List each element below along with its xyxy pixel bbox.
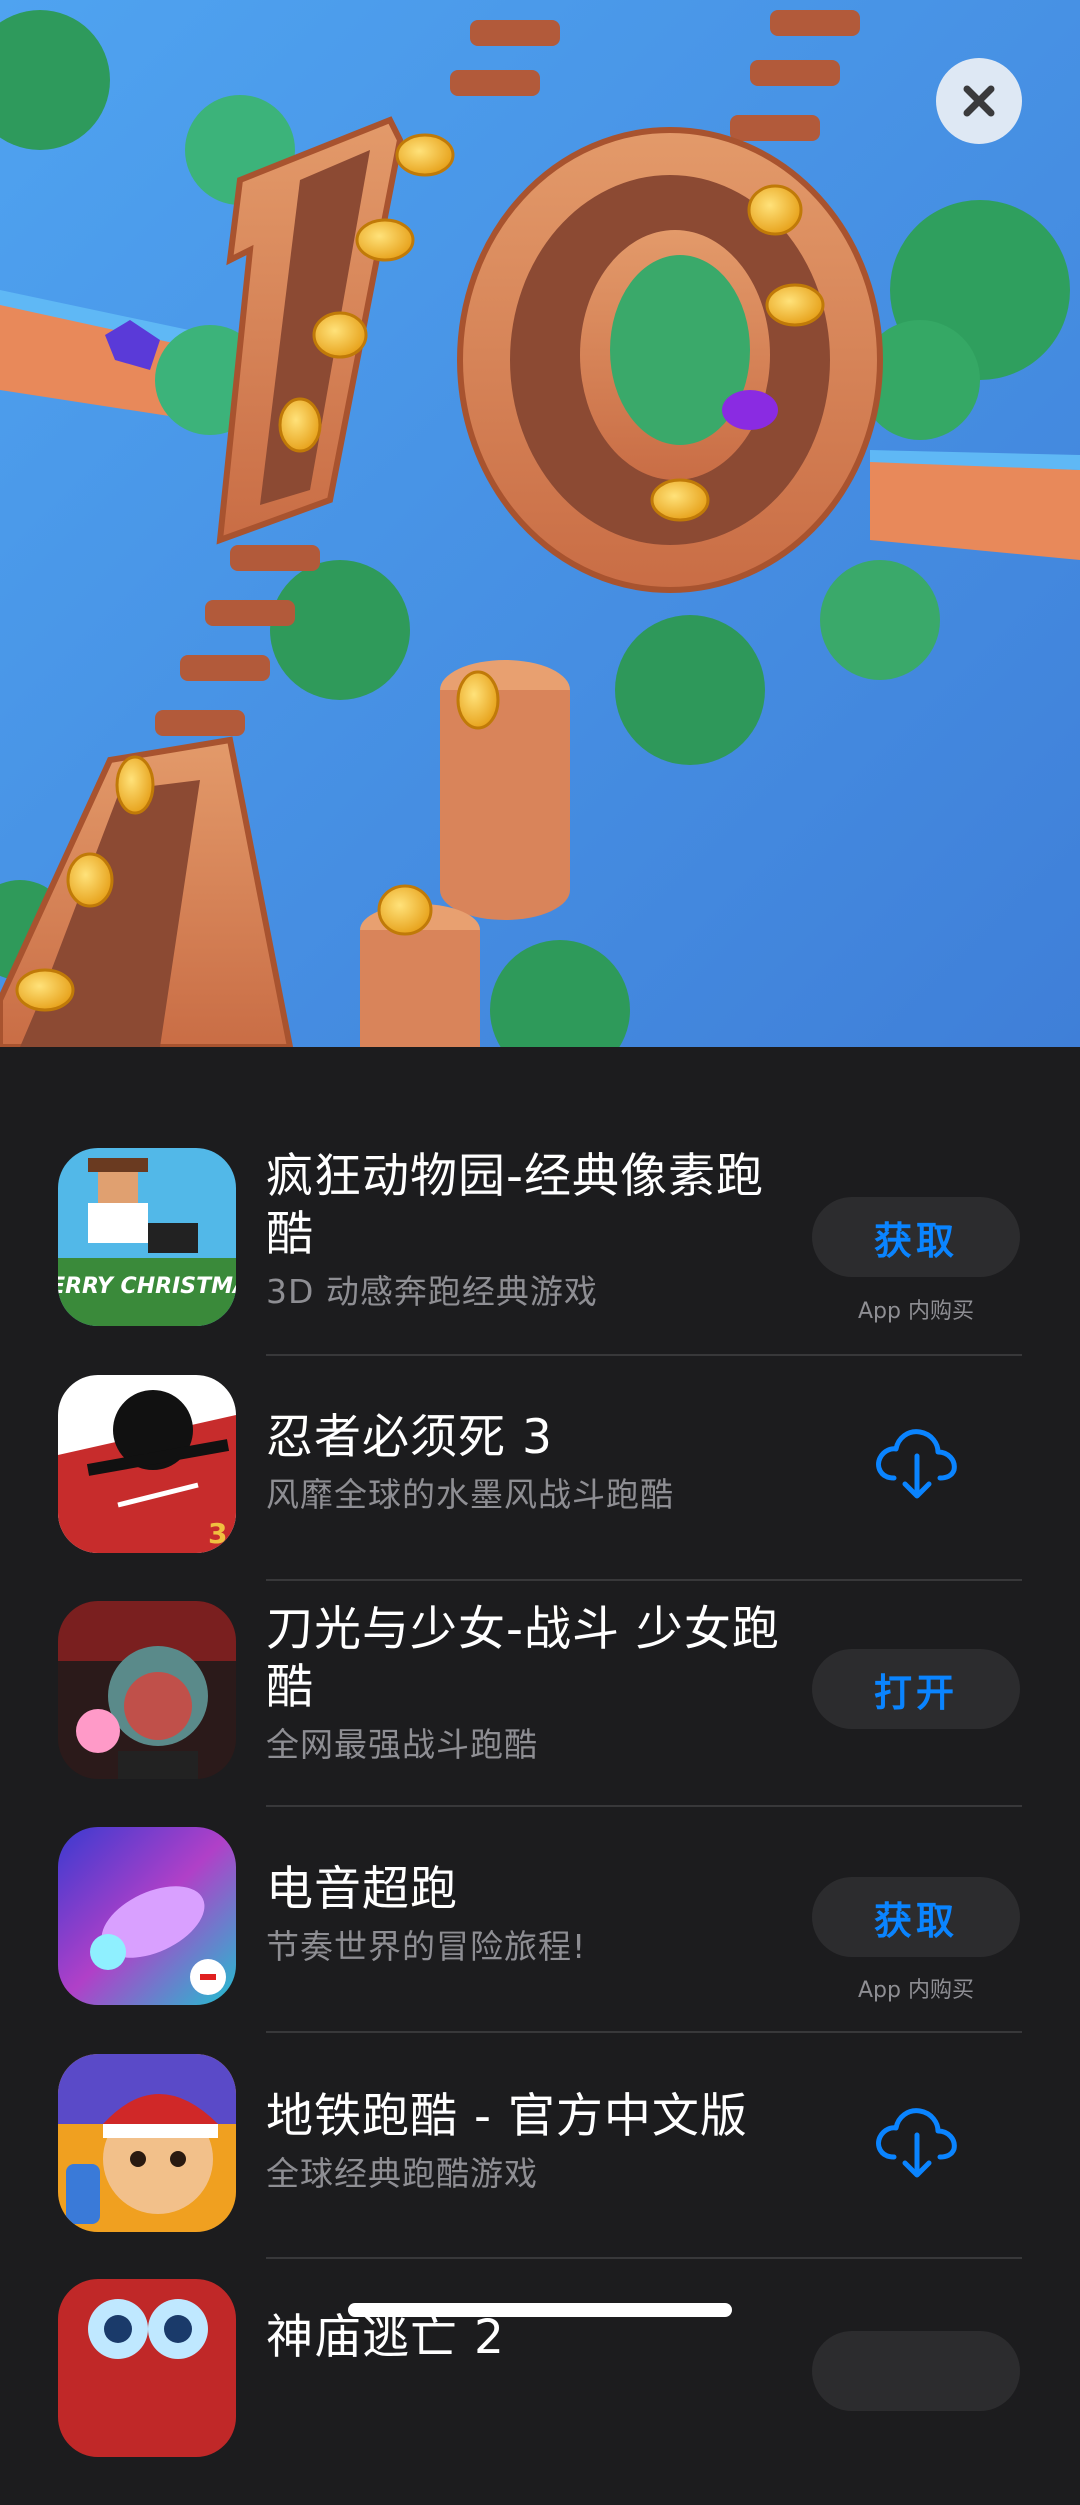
get-button[interactable]: 获取 (812, 1197, 1020, 1277)
app-subtitle: 3D 动感奔跑经典游戏 (266, 1272, 598, 1311)
in-app-purchase-note: App 内购买 (858, 1978, 974, 2003)
app-subtitle: 风靡全球的水墨风战斗跑酷 (266, 1475, 674, 1514)
download-cloud-icon[interactable] (870, 2095, 962, 2187)
list-item[interactable]: 电音超跑 节奏世界的冒险旅程! 获取 App 内购买 (0, 1827, 1080, 2053)
crossy-road-icon: MERRY CHRISTMAS (58, 1148, 236, 1326)
temple-run-icon (58, 2279, 236, 2457)
divider (266, 1354, 1022, 1356)
get-button[interactable]: 获取 (812, 1877, 1020, 1957)
app-name: 神庙逃亡 2 (266, 2310, 505, 2365)
list-item[interactable]: 3 忍者必须死 3 风靡全球的水墨风战斗跑酷 (0, 1375, 1080, 1601)
divider (266, 1805, 1022, 1807)
app-subtitle: 节奏世界的冒险旅程! (266, 1927, 587, 1966)
app-name: 刀光与少女-战斗 少女跑酷 (266, 1602, 780, 1715)
app-list: MERRY CHRISTMAS 疯狂动物园-经典像素跑酷 3D 动感奔跑经典游戏… (0, 1047, 1080, 2457)
divider (266, 1579, 1022, 1581)
app-subtitle: 全球经典跑酷游戏 (266, 2154, 538, 2193)
download-cloud-icon[interactable] (870, 1416, 962, 1508)
in-app-purchase-note: App 内购买 (858, 1299, 974, 1324)
icon-lettering: 3 (208, 1517, 227, 1550)
app-name: 疯狂动物园-经典像素跑酷 (266, 1149, 764, 1262)
list-item[interactable]: 地铁跑酷 - 官方中文版 全球经典跑酷游戏 (0, 2054, 1080, 2280)
close-button[interactable] (936, 58, 1022, 144)
app-subtitle: 全网最强战斗跑酷 (266, 1725, 538, 1764)
ninja-icon: 3 (58, 1375, 236, 1553)
icon-lettering: MERRY CHRISTMAS (58, 1274, 236, 1299)
divider (266, 2257, 1022, 2259)
app-name: 电音超跑 (266, 1862, 458, 1917)
list-item[interactable]: 刀光与少女-战斗 少女跑酷 全网最强战斗跑酷 打开 (0, 1601, 1080, 1827)
list-item[interactable]: MERRY CHRISTMAS 疯狂动物园-经典像素跑酷 3D 动感奔跑经典游戏… (0, 1148, 1080, 1374)
get-button[interactable] (812, 2331, 1020, 2411)
divider (266, 2031, 1022, 2033)
app-name: 忍者必须死 3 (266, 1410, 553, 1465)
hero-illustration (0, 0, 1080, 1047)
subway-surfers-icon (58, 2054, 236, 2232)
close-icon (963, 85, 995, 117)
open-button[interactable]: 打开 (812, 1649, 1020, 1729)
home-indicator[interactable] (348, 2303, 732, 2317)
blade-girl-icon (58, 1601, 236, 1779)
music-racer-icon (58, 1827, 236, 2005)
app-name: 地铁跑酷 - 官方中文版 (266, 2089, 748, 2144)
